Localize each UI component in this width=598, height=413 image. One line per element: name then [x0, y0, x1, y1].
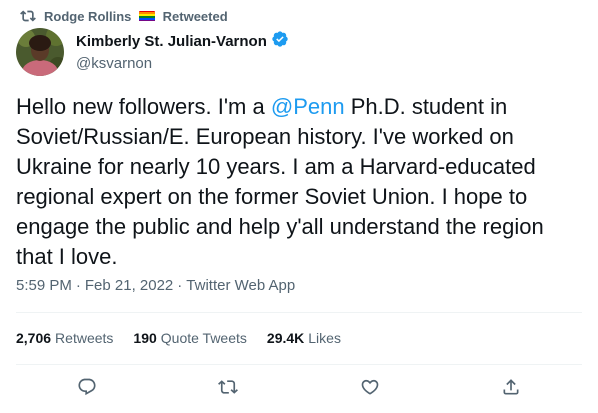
- tweet-meta: 5:59 PM · Feb 21, 2022 · Twitter Web App: [16, 276, 295, 296]
- tweet-date[interactable]: Feb 21, 2022: [85, 276, 173, 296]
- tweet-stats: 2,706 Retweets 190 Quote Tweets 29.4K Likes: [16, 328, 341, 348]
- retweeter-name[interactable]: Rodge Rollins: [44, 9, 131, 24]
- meta-separator: ·: [177, 277, 183, 294]
- tweet-text: Hello new followers. I'm a @Penn Ph.D. s…: [16, 92, 582, 272]
- avatar[interactable]: [16, 28, 64, 76]
- tweet-author: Kimberly St. Julian-Varnon @ksvarnon: [16, 28, 289, 76]
- retweets-label: Retweets: [55, 330, 114, 346]
- retweet-icon: [218, 377, 239, 402]
- retweets-count: 2,706: [16, 330, 52, 346]
- tweet-text-before: Hello new followers. I'm a: [16, 94, 271, 119]
- reply-icon: [77, 377, 97, 402]
- retweet-icon: [20, 8, 36, 24]
- retweet-button[interactable]: [210, 376, 246, 402]
- share-button[interactable]: [493, 376, 529, 402]
- mention-link[interactable]: @Penn: [271, 94, 345, 119]
- heart-icon: [360, 377, 380, 402]
- quote-tweets-count: 190: [133, 330, 157, 346]
- likes-stat[interactable]: 29.4K Likes: [267, 330, 341, 346]
- author-display-name[interactable]: Kimberly St. Julian-Varnon: [76, 32, 267, 52]
- retweets-stat[interactable]: 2,706 Retweets: [16, 330, 113, 346]
- share-icon: [501, 377, 521, 402]
- meta-separator: ·: [75, 277, 81, 294]
- divider: [16, 364, 582, 365]
- quote-tweets-label: Quote Tweets: [160, 330, 247, 346]
- retweeted-label: Retweeted: [162, 8, 228, 24]
- likes-label: Likes: [308, 330, 341, 346]
- tweet-text-after: Ph.D. student in Soviet/Russian/E. Europ…: [16, 94, 544, 269]
- likes-count: 29.4K: [266, 330, 305, 346]
- reply-button[interactable]: [69, 376, 105, 402]
- tweet-time[interactable]: 5:59 PM: [16, 276, 72, 296]
- divider: [16, 312, 582, 313]
- rainbow-flag-icon: [139, 10, 156, 22]
- quote-tweets-stat[interactable]: 190 Quote Tweets: [133, 330, 247, 346]
- tweet-actions: [16, 376, 582, 402]
- verified-badge-icon: [271, 30, 289, 54]
- retweeter-line[interactable]: Rodge Rollins Retweeted: [44, 9, 228, 24]
- tweet-source[interactable]: Twitter Web App: [186, 276, 295, 296]
- like-button[interactable]: [352, 376, 388, 402]
- author-handle[interactable]: @ksvarnon: [76, 54, 289, 74]
- retweet-header: Rodge Rollins Retweeted: [20, 6, 228, 26]
